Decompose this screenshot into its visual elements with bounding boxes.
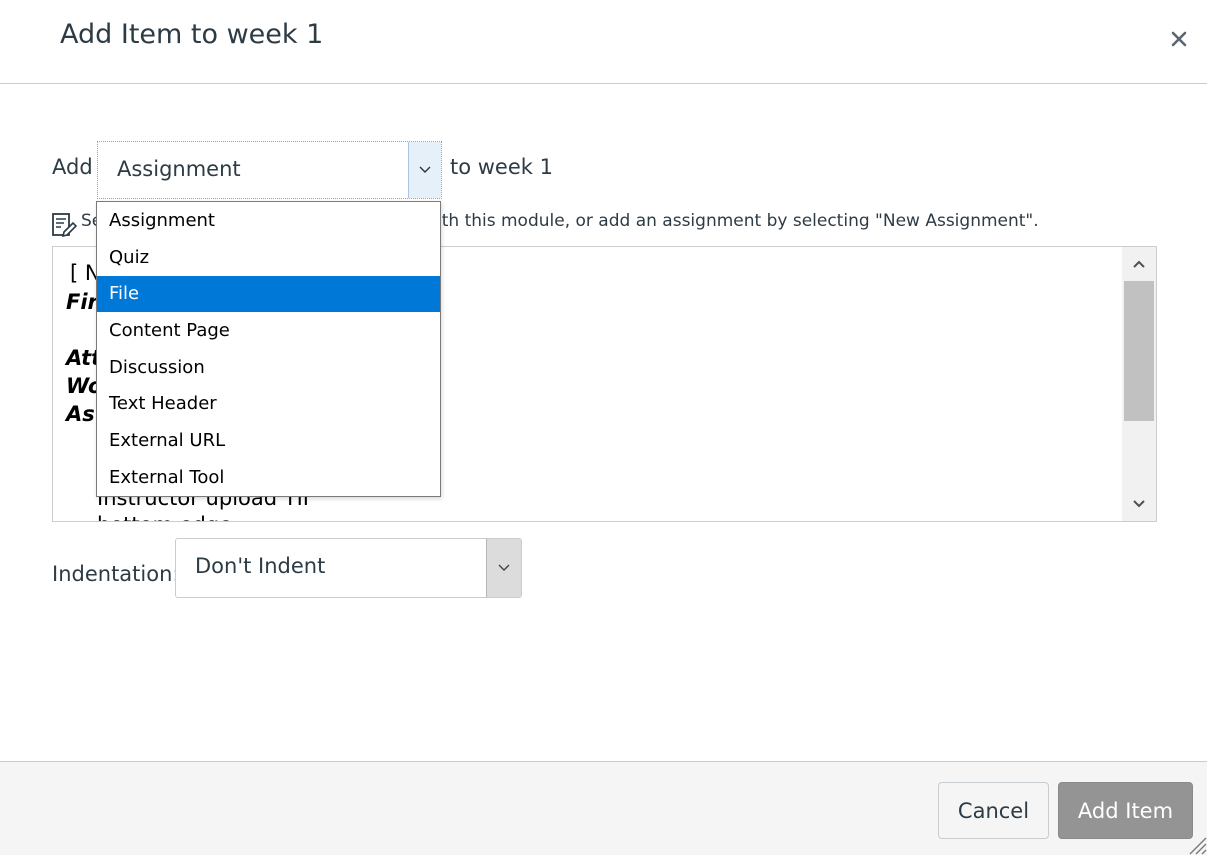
add-suffix-label: to week 1 xyxy=(450,155,553,179)
item-type-select[interactable]: Assignment xyxy=(97,141,442,199)
chevron-down-icon xyxy=(1133,500,1145,508)
option-text-header[interactable]: Text Header xyxy=(97,386,440,422)
listbox-scrollbar[interactable] xyxy=(1122,247,1156,521)
option-assignment[interactable]: Assignment xyxy=(97,203,440,239)
option-external-tool[interactable]: External Tool xyxy=(97,460,440,496)
add-prefix-label: Add xyxy=(52,155,93,179)
add-item-button[interactable]: Add Item xyxy=(1058,782,1193,839)
chevron-up-icon xyxy=(1133,260,1145,268)
edit-note-icon xyxy=(52,213,77,237)
list-item-cut-off[interactable]: bottom edge xyxy=(97,513,232,521)
list-group-label: Fir xyxy=(66,290,98,314)
scrollbar-thumb[interactable] xyxy=(1124,281,1154,421)
option-file[interactable]: File xyxy=(97,276,440,312)
scroll-down-button[interactable] xyxy=(1122,487,1156,521)
list-group-label: As xyxy=(66,402,95,426)
instructions-text-end: ith this module, or add an assignment by… xyxy=(437,211,1039,231)
option-quiz[interactable]: Quiz xyxy=(97,240,440,276)
resize-handle-icon[interactable] xyxy=(1189,837,1207,855)
dialog-title: Add Item to week 1 xyxy=(60,19,324,50)
indentation-label: Indentation: xyxy=(52,562,180,586)
option-content-page[interactable]: Content Page xyxy=(97,313,440,349)
indentation-value: Don't Indent xyxy=(195,554,326,578)
option-external-url[interactable]: External URL xyxy=(97,423,440,459)
chevron-down-icon xyxy=(498,564,510,571)
item-type-dropdown-arrow[interactable] xyxy=(408,142,441,198)
indentation-dropdown-arrow[interactable] xyxy=(486,539,521,597)
chevron-down-icon xyxy=(419,166,431,173)
dialog-header: Add Item to week 1 xyxy=(0,0,1207,84)
item-type-value: Assignment xyxy=(117,157,241,181)
close-button[interactable] xyxy=(1164,24,1194,54)
indentation-select[interactable]: Don't Indent xyxy=(175,538,522,598)
scroll-up-button[interactable] xyxy=(1122,247,1156,281)
cancel-button[interactable]: Cancel xyxy=(938,782,1049,839)
dialog-footer: Cancel Add Item xyxy=(0,761,1207,855)
close-icon xyxy=(1171,31,1187,47)
option-discussion[interactable]: Discussion xyxy=(97,350,440,386)
item-type-dropdown-menu[interactable]: Assignment Quiz File Content Page Discus… xyxy=(96,201,441,497)
